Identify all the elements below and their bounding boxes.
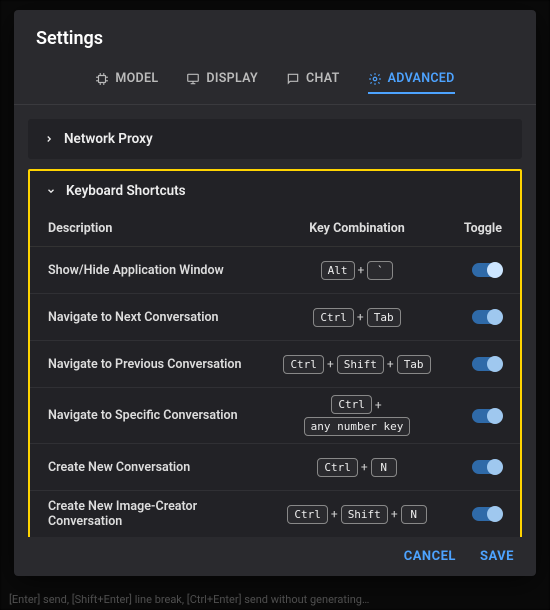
table-row: Navigate to Next ConversationCtrl+Tab [30,294,520,341]
footer: CANCEL SAVE [14,537,536,576]
shortcut-description: Navigate to Next Conversation [48,310,272,325]
page-title: Settings [14,10,536,63]
gear-icon [368,72,382,86]
table-row: Navigate to Previous ConversationCtrl+Sh… [30,341,520,388]
settings-modal: Settings MODEL DISPLAY CHAT ADVANCED Net… [14,10,536,576]
table-row: Show/Hide Application WindowAlt+` [30,247,520,294]
plus-separator: + [356,310,365,324]
tab-label: CHAT [306,71,340,86]
key: Tab [367,308,401,327]
chevron-down-icon [46,186,56,196]
key: Ctrl [331,395,372,414]
plus-separator: + [386,357,395,371]
col-description: Description [48,221,272,236]
key: Ctrl [283,355,324,374]
panel-header-network[interactable]: Network Proxy [28,119,522,159]
tab-advanced[interactable]: ADVANCED [368,71,455,94]
toggle-switch[interactable] [472,460,502,474]
chip-icon [95,72,109,86]
panel-title: Keyboard Shortcuts [66,183,186,199]
plus-separator: + [330,507,339,521]
toggle-cell [442,460,502,474]
shortcut-description: Create New Conversation [48,460,272,475]
background-text: [Enter] send, [Shift+Enter] line break, … [5,589,545,610]
key: Shift [341,505,388,524]
key-combination: Alt+` [272,261,442,280]
toggle-cell [442,310,502,324]
key: ` [367,261,393,280]
panel-title: Network Proxy [64,131,153,147]
key-combination: Ctrl+N [272,458,442,477]
display-icon [186,72,200,86]
col-key-combination: Key Combination [272,221,442,236]
toggle-switch[interactable] [472,310,502,324]
shortcut-description: Create New Image-Creator Conversation [48,499,272,529]
key: Shift [337,355,384,374]
key: Ctrl [317,458,358,477]
plus-separator: + [360,460,369,474]
cancel-button[interactable]: CANCEL [404,549,456,564]
plus-separator: + [326,357,335,371]
plus-separator: + [357,263,366,277]
panel-header-shortcuts[interactable]: Keyboard Shortcuts [30,171,520,211]
tab-display[interactable]: DISPLAY [186,71,258,94]
toggle-switch[interactable] [472,357,502,371]
toggle-cell [442,409,502,423]
plus-separator: + [374,398,383,412]
key: N [401,505,427,524]
table-row: Create New ConversationCtrl+N [30,444,520,491]
key: Alt [321,261,355,280]
panel-network-proxy: Network Proxy [28,119,522,159]
shortcut-description: Show/Hide Application Window [48,263,272,278]
key: any number key [304,417,411,436]
key: Tab [397,355,431,374]
toggle-cell [442,357,502,371]
key: Ctrl [313,308,354,327]
key: N [371,458,397,477]
key-combination: Ctrl+Shift+Tab [272,355,442,374]
tab-label: MODEL [115,71,158,86]
chevron-right-icon [44,134,54,144]
plus-separator: + [390,507,399,521]
toggle-cell [442,263,502,277]
tab-label: ADVANCED [388,71,455,86]
toggle-switch[interactable] [472,409,502,423]
col-toggle: Toggle [442,221,502,236]
tab-label: DISPLAY [206,71,258,86]
save-button[interactable]: SAVE [480,549,514,564]
toggle-cell [442,507,502,521]
toggle-switch[interactable] [472,263,502,277]
tab-model[interactable]: MODEL [95,71,158,94]
key-combination: Ctrl+ any number key [272,395,442,436]
table-header: Description Key Combination Toggle [30,211,520,247]
chat-icon [286,72,300,86]
panel-keyboard-shortcuts: Keyboard Shortcuts Description Key Combi… [28,169,522,537]
key-combination: Ctrl+Shift+N [272,505,442,524]
shortcut-description: Navigate to Previous Conversation [48,357,272,372]
toggle-switch[interactable] [472,507,502,521]
key: Ctrl [287,505,328,524]
tab-chat[interactable]: CHAT [286,71,340,94]
tabs: MODEL DISPLAY CHAT ADVANCED [14,63,536,105]
key-combination: Ctrl+Tab [272,308,442,327]
table-row: Navigate to Specific Conversation Ctrl+ an… [30,388,520,444]
shortcut-description: Navigate to Specific Conversation [48,408,272,423]
table-row: Create New Image-Creator ConversationCtr… [30,491,520,537]
